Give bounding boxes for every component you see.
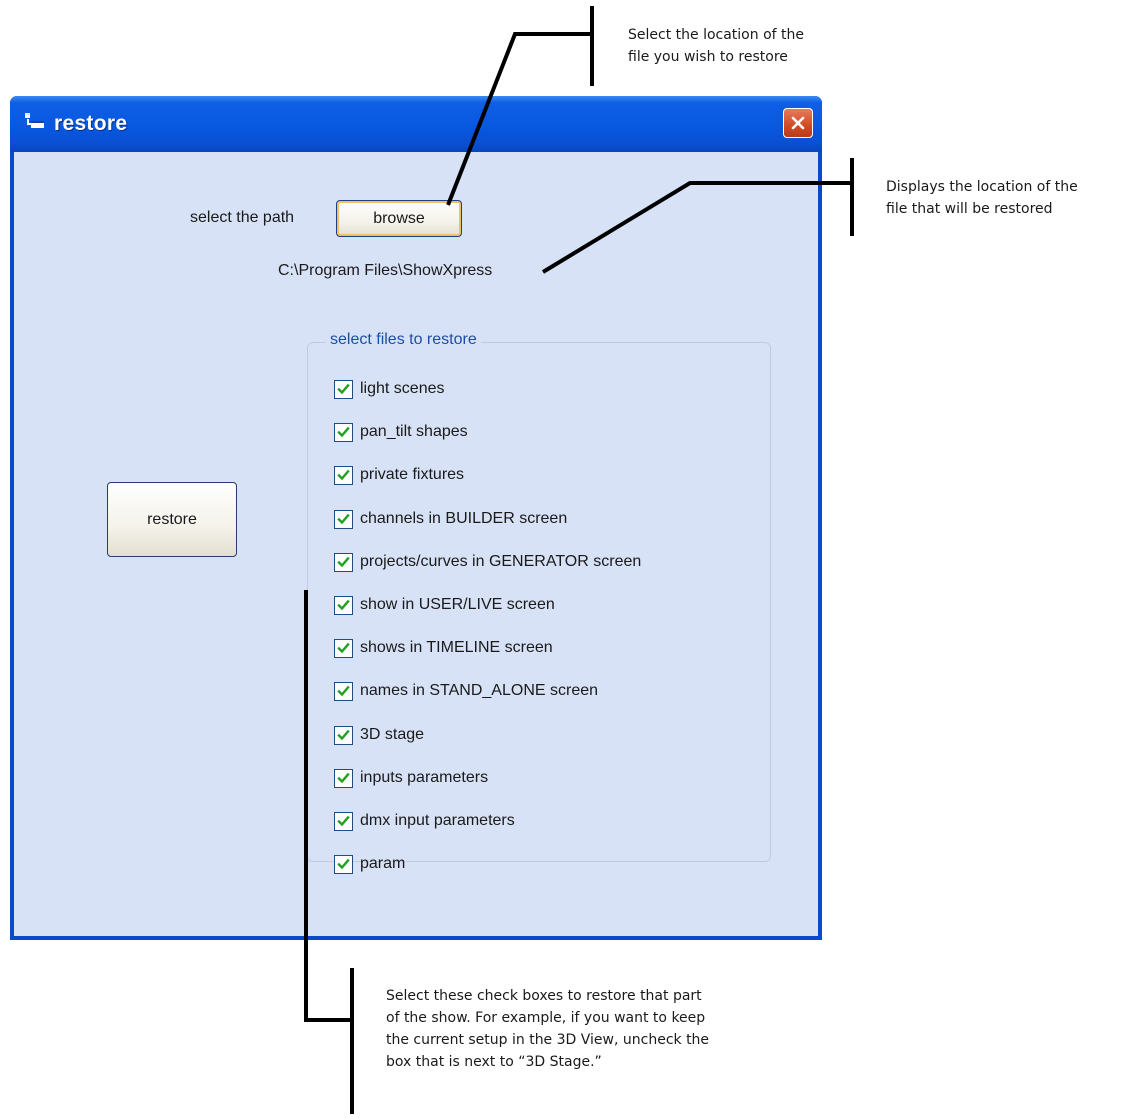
checkbox-label: pan_tilt shapes — [360, 423, 468, 440]
checkbox[interactable] — [334, 552, 353, 572]
checkmark-icon — [337, 685, 350, 696]
checkbox[interactable] — [334, 725, 353, 745]
checkmark-icon — [337, 383, 350, 394]
checkbox-label: shows in TIMELINE screen — [360, 639, 553, 656]
close-icon — [791, 116, 805, 130]
files-groupbox: select files to restore light scenes pan_… — [307, 331, 771, 874]
checkmark-icon — [337, 426, 350, 437]
checkbox[interactable] — [334, 465, 353, 485]
path-callout-bracket — [850, 158, 854, 236]
checkbox-row[interactable]: private fixtures — [334, 464, 464, 486]
checkbox-row[interactable]: projects/curves in GENERATOR screen — [334, 551, 641, 573]
checkbox-callout-line3: the current setup in the 3D View, unchec… — [386, 1032, 710, 1048]
checkbox-label: channels in BUILDER screen — [360, 510, 568, 527]
window-title: restore — [54, 112, 128, 135]
path-value: C:\Program Files\ShowXpress — [278, 262, 493, 279]
checkbox-label: 3D stage — [360, 726, 425, 743]
checkbox-row[interactable]: inputs parameters — [334, 767, 488, 789]
checkbox-row[interactable]: light scenes — [334, 378, 445, 400]
checkbox-row[interactable]: param — [334, 853, 405, 875]
browse-callout: Select the location of the file you wish… — [628, 24, 804, 68]
path-callout: Displays the location of the file that w… — [886, 176, 1078, 220]
checkbox-callout-line4: box that is next to “3D Stage.” — [386, 1054, 602, 1070]
checkbox-row[interactable]: names in STAND_ALONE screen — [334, 680, 598, 702]
checkmark-icon — [337, 513, 350, 524]
checkbox[interactable] — [334, 379, 353, 399]
checkbox-label: dmx input parameters — [360, 812, 515, 829]
checkmark-icon — [337, 858, 350, 869]
window-client-area: select the path browse C:\Program Files\… — [14, 152, 818, 936]
checkbox-row[interactable]: shows in TIMELINE screen — [334, 637, 553, 659]
checkbox-label: inputs parameters — [360, 769, 489, 786]
checkmark-icon — [337, 599, 350, 610]
path-callout-line1: Displays the location of the — [886, 179, 1078, 195]
checkbox-label: projects/curves in GENERATOR screen — [360, 553, 642, 570]
browse-button[interactable]: browse — [336, 200, 462, 237]
checkbox-row[interactable]: channels in BUILDER screen — [334, 508, 567, 530]
checkbox-callout: Select these check boxes to restore that… — [386, 985, 709, 1073]
checkmark-icon — [337, 642, 350, 653]
checkbox-callout-line1: Select these check boxes to restore that… — [386, 988, 702, 1004]
checkbox[interactable] — [334, 768, 353, 788]
checkbox[interactable] — [334, 509, 353, 529]
checkbox-label: light scenes — [360, 380, 445, 397]
checkbox[interactable] — [334, 854, 353, 874]
checkbox-row[interactable]: 3D stage — [334, 724, 424, 746]
browse-callout-line2: file you wish to restore — [628, 49, 788, 65]
checkbox-label: private fixtures — [360, 466, 465, 483]
checkbox-label: names in STAND_ALONE screen — [360, 682, 599, 699]
checkmark-icon — [337, 815, 350, 826]
files-group-title: select files to restore — [326, 331, 481, 349]
checkmark-icon — [337, 772, 350, 783]
checkmark-icon — [337, 729, 350, 740]
path-label: select the path — [190, 209, 295, 226]
restore-window: restore select the path browse C:\Progra… — [10, 96, 822, 940]
checkbox-callout-line2: of the show. For example, if you want to… — [386, 1010, 706, 1026]
browse-callout-line1: Select the location of the — [628, 27, 804, 43]
checkmark-icon — [337, 469, 350, 480]
checkbox[interactable] — [334, 638, 353, 658]
checkbox-row[interactable]: show in USER/LIVE screen — [334, 594, 555, 616]
checkbox-label: show in USER/LIVE screen — [360, 596, 555, 613]
checkbox[interactable] — [334, 681, 353, 701]
checkbox-label: param — [360, 855, 406, 872]
window-icon — [24, 110, 46, 132]
restore-button[interactable]: restore — [107, 482, 237, 557]
checkbox[interactable] — [334, 811, 353, 831]
checkbox[interactable] — [334, 595, 353, 615]
checkbox-row[interactable]: dmx input parameters — [334, 810, 515, 832]
checkbox-callout-bracket — [350, 968, 354, 1114]
checkmark-icon — [337, 556, 350, 567]
browse-callout-bracket — [590, 6, 594, 86]
close-button[interactable] — [783, 108, 813, 138]
checkbox[interactable] — [334, 422, 353, 442]
title-bar[interactable]: restore — [10, 96, 822, 152]
path-callout-line2: file that will be restored — [886, 201, 1053, 217]
checkbox-row[interactable]: pan_tilt shapes — [334, 421, 468, 443]
